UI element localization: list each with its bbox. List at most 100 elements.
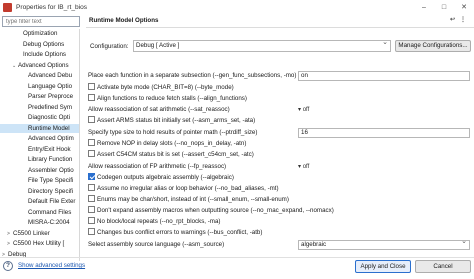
option-row: Assert ARMS status bit initially set (--…: [88, 116, 468, 126]
maximize-icon[interactable]: □: [434, 0, 454, 14]
tree-item[interactable]: Runtime Model: [0, 123, 79, 133]
option-label: Specify type size to hold results of poi…: [88, 129, 258, 136]
tree-item-label: Command Files: [28, 208, 72, 216]
option-dropdown[interactable]: ▾ off: [298, 105, 309, 115]
menu-icon[interactable]: ⋮: [460, 17, 466, 24]
back-icon[interactable]: ↩: [450, 17, 456, 24]
tree-item-label: C5500 Linker: [13, 229, 50, 237]
tree-item[interactable]: Debug Options: [0, 40, 79, 49]
configuration-select[interactable]: Debug [ Active ]: [133, 38, 391, 52]
tree-item-label: Directory Specifi: [28, 187, 74, 195]
option-label: Place each function in a separate subsec…: [88, 72, 297, 79]
apply-and-close-button[interactable]: Apply and Close: [355, 260, 411, 273]
help-icon[interactable]: ?: [3, 261, 13, 271]
manage-configurations-button[interactable]: Manage Configurations...: [395, 40, 471, 52]
tree-item[interactable]: File Type Specifi: [0, 176, 79, 185]
tree-item-label: Include Options: [23, 51, 66, 58]
option-checkbox[interactable]: [88, 206, 95, 213]
option-checkbox[interactable]: [88, 116, 95, 123]
option-checkbox[interactable]: [88, 228, 95, 235]
tree-item[interactable]: Advanced Optim: [0, 134, 79, 143]
option-checkbox[interactable]: [88, 94, 95, 101]
tree-item-label: Advanced Optim: [28, 135, 74, 142]
tree-item[interactable]: > C5500 Linker: [0, 229, 79, 238]
tree-item-label: Predefined Sym: [28, 103, 73, 111]
tree-item[interactable]: Language Optio: [0, 82, 79, 91]
tree-item-label: Optimization: [23, 30, 58, 37]
option-text-field[interactable]: 16: [298, 128, 470, 138]
minimize-icon[interactable]: –: [414, 0, 434, 14]
option-row: Enums may be char/short, instead of int …: [88, 195, 468, 205]
tree-item[interactable]: Parser Preproce: [0, 92, 79, 101]
title-bar: Properties for IB_rt_bios – □ ✕: [0, 0, 474, 14]
option-checkbox[interactable]: [88, 184, 95, 191]
show-advanced-settings-link[interactable]: Show advanced settings: [18, 262, 85, 269]
option-row: Remove NOP in delay slots (--no_nops_in_…: [88, 139, 468, 149]
tree-item[interactable]: Diagnostic Opti: [0, 113, 79, 122]
page-title: Runtime Model Options: [89, 17, 159, 24]
window-title: Properties for IB_rt_bios: [16, 3, 88, 11]
tree-item[interactable]: Assembler Optio: [0, 166, 79, 175]
filter-input[interactable]: [2, 16, 80, 27]
option-dropdown-value: off: [302, 164, 310, 170]
tree-item-label: Default File Exter: [28, 198, 76, 205]
tree-item[interactable]: ⌄ Advanced Options: [0, 61, 79, 70]
option-select[interactable]: algebraic: [298, 238, 470, 250]
tree-item[interactable]: > C5500 Hex Utility [: [0, 239, 79, 248]
tree-item-label: Advanced Debu: [28, 72, 73, 79]
option-checkbox[interactable]: [88, 173, 95, 180]
option-checkbox[interactable]: [88, 217, 95, 224]
header-nav: ↩ ⋮: [450, 17, 466, 24]
tree-item[interactable]: MISRA-C:2004: [0, 218, 79, 227]
option-checkbox[interactable]: [88, 150, 95, 157]
option-row: Align functions to reduce fetch stalls (…: [88, 94, 468, 104]
option-checkbox[interactable]: [88, 195, 95, 202]
tree-item-label: Debug Options: [23, 40, 65, 48]
page-header: Runtime Model Options ↩ ⋮: [86, 14, 474, 28]
tree-item-label: C5500 Hex Utility [: [13, 240, 65, 247]
tree-item[interactable]: Optimization: [0, 29, 79, 38]
option-row: Changes bus conflict errors to warnings …: [88, 228, 468, 238]
option-label: Assert ARMS status bit initially set (--…: [97, 117, 256, 124]
tree-item-label: Language Optio: [28, 82, 73, 90]
tree-item[interactable]: Command Files: [0, 208, 79, 217]
option-label: Activate byte mode (CHAR_BIT=8) (--byte_…: [97, 84, 234, 91]
option-label: Allow reassociation of FP arithmetic (--…: [88, 163, 227, 170]
tree-item[interactable]: Predefined Sym: [0, 103, 79, 112]
option-label: Select assembly source language (--asm_s…: [88, 241, 225, 248]
tree-item-label: File Type Specifi: [28, 177, 74, 184]
option-label: Codegen outputs algebraic assembly (--al…: [97, 174, 234, 181]
app-icon: [3, 2, 12, 12]
option-row: Activate byte mode (CHAR_BIT=8) (--byte_…: [88, 83, 468, 93]
option-label: No block/local repeats (--no_rpt_blocks,…: [97, 218, 221, 225]
option-text-field[interactable]: on: [298, 71, 470, 81]
option-label: Align functions to reduce fetch stalls (…: [97, 95, 247, 102]
tree-item[interactable]: Entry/Exit Hook: [0, 145, 79, 154]
option-dropdown[interactable]: ▾ off: [298, 162, 309, 172]
option-label: Assume no irregular alias or loop behavi…: [97, 185, 279, 192]
option-label: Don't expand assembly macros when output…: [97, 207, 334, 214]
tree-item[interactable]: Advanced Debu: [0, 71, 79, 80]
option-label: Enums may be char/short, instead of int …: [97, 196, 289, 203]
tree-item-label: Diagnostic Opti: [28, 114, 70, 121]
option-row: Assert C54CM status bit is set (--assert…: [88, 150, 468, 160]
tree-item[interactable]: Default File Exter: [0, 197, 79, 206]
tree-item[interactable]: Directory Specifi: [0, 187, 79, 196]
close-icon[interactable]: ✕: [454, 0, 474, 14]
option-row: Allow reassociation of FP arithmetic (--…: [88, 162, 468, 172]
option-row: No block/local repeats (--no_rpt_blocks,…: [88, 217, 468, 227]
tree-item-label: MISRA-C:2004: [28, 219, 70, 226]
option-label: Allow reassociation of sat arithmetic (-…: [88, 106, 230, 113]
tree-item-label: Entry/Exit Hook: [28, 145, 71, 153]
cancel-button[interactable]: Cancel: [415, 260, 471, 273]
option-label: Assert C54CM status bit is set (--assert…: [97, 151, 254, 158]
option-checkbox[interactable]: [88, 83, 95, 90]
option-label: Remove NOP in delay slots (--no_nops_in_…: [97, 140, 247, 147]
settings-tree[interactable]: Optimization Debug Options Include Options…: [0, 29, 80, 261]
option-checkbox[interactable]: [88, 139, 95, 146]
tree-item[interactable]: Include Options: [0, 50, 79, 59]
option-label: Changes bus conflict errors to warnings …: [97, 229, 263, 236]
tree-item[interactable]: Library Function: [0, 155, 79, 164]
option-row: Allow reassociation of sat arithmetic (-…: [88, 105, 468, 115]
tree-item-label: Library Function: [28, 156, 73, 163]
